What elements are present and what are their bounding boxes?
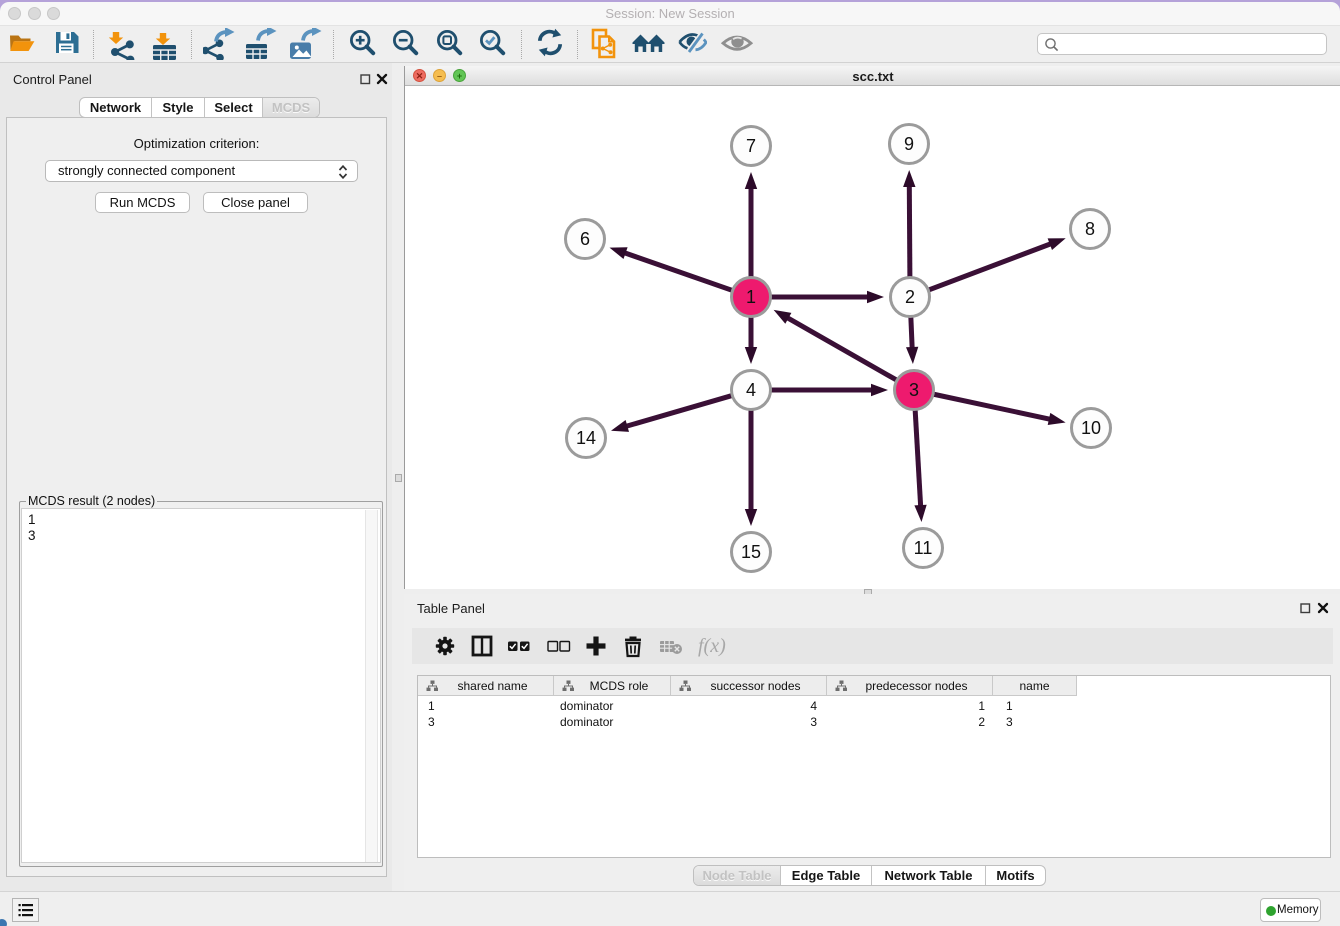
svg-text:11: 11 bbox=[914, 538, 933, 558]
svg-text:3: 3 bbox=[909, 380, 919, 400]
svg-text:6: 6 bbox=[580, 229, 590, 249]
svg-text:f(x): f(x) bbox=[698, 635, 726, 657]
svg-text:2: 2 bbox=[905, 287, 915, 307]
svg-text:4: 4 bbox=[746, 380, 756, 400]
svg-text:7: 7 bbox=[746, 136, 756, 156]
svg-text:10: 10 bbox=[1081, 418, 1101, 438]
svg-text:14: 14 bbox=[576, 428, 596, 448]
svg-text:15: 15 bbox=[741, 542, 761, 562]
svg-text:9: 9 bbox=[904, 134, 914, 154]
svg-text:8: 8 bbox=[1085, 219, 1095, 239]
svg-text:1: 1 bbox=[746, 287, 756, 307]
